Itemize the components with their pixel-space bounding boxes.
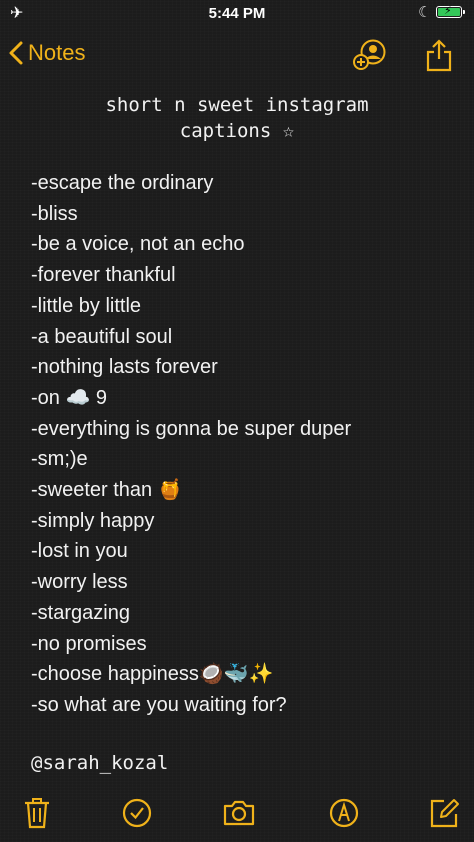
- back-button[interactable]: Notes: [8, 36, 85, 70]
- navigation-bar: Notes: [0, 30, 474, 78]
- caption-item: -bliss: [31, 202, 78, 225]
- bottom-toolbar: [0, 792, 474, 838]
- caption-item: -escape the ordinary: [31, 172, 214, 194]
- add-person-icon: [353, 39, 386, 70]
- caption-item: -be a voice, not an echo: [31, 233, 245, 256]
- captions-list[interactable]: -escape the ordinary -bliss -be a voice,…: [31, 168, 351, 721]
- caption-item: -no promises: [31, 632, 147, 655]
- caption-item: -lost in you: [31, 540, 128, 563]
- status-time: 5:44 PM: [208, 5, 266, 22]
- note-title-line-2: captions ☆: [179, 120, 295, 142]
- caption-item: -sm;)e: [31, 448, 88, 471]
- checklist-button[interactable]: [121, 796, 153, 835]
- add-people-button[interactable]: [352, 38, 388, 77]
- markup-button[interactable]: [328, 796, 360, 835]
- battery-icon: ⚡: [436, 5, 465, 18]
- caption-item: -sweeter than 🍯: [31, 479, 183, 502]
- status-bar: ✈ 5:44 PM ☾ ⚡: [0, 0, 474, 26]
- markup-icon: [329, 798, 359, 828]
- caption-item: -on ☁️ 9: [31, 386, 108, 409]
- chevron-left-icon: [9, 41, 23, 65]
- share-icon: [426, 39, 452, 72]
- compose-button[interactable]: [428, 796, 460, 835]
- compose-icon: [430, 799, 459, 828]
- caption-item: -nothing lasts forever: [31, 356, 218, 379]
- camera-button[interactable]: [222, 796, 256, 835]
- back-button-label: Notes: [28, 40, 86, 65]
- caption-item: -forever thankful: [31, 264, 176, 287]
- caption-item: -so what are you waiting for?: [31, 693, 287, 716]
- caption-item: -simply happy: [31, 509, 155, 532]
- camera-icon: [223, 800, 255, 826]
- caption-item: -little by little: [31, 294, 142, 317]
- delete-button[interactable]: [22, 796, 52, 835]
- note-title[interactable]: short n sweet instagram captions ☆: [0, 92, 474, 144]
- caption-item: -worry less: [31, 571, 128, 594]
- do-not-disturb-icon: ☾: [418, 4, 432, 21]
- trash-icon: [25, 798, 49, 829]
- note-title-line-1: short n sweet instagram: [105, 94, 369, 116]
- caption-item: -stargazing: [31, 601, 130, 624]
- share-button[interactable]: [424, 38, 454, 77]
- caption-item: -choose happiness🥥🐳✨: [31, 663, 274, 686]
- author-handle[interactable]: @sarah_kozal: [31, 752, 168, 774]
- caption-item: -everything is gonna be super duper: [31, 417, 352, 440]
- caption-item: -a beautiful soul: [31, 325, 173, 348]
- checklist-icon: [122, 798, 152, 828]
